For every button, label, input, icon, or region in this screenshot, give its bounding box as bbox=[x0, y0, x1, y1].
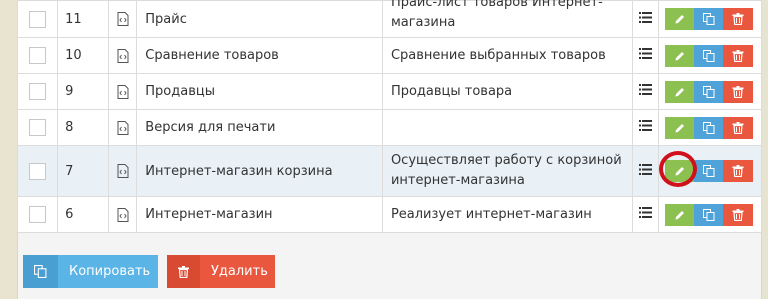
row-checkbox[interactable] bbox=[29, 10, 46, 28]
pencil-icon bbox=[675, 15, 684, 24]
document-code-icon bbox=[117, 120, 129, 135]
row-number: 6 bbox=[57, 196, 110, 233]
table-row: 9 Продавцы Продавцы товара bbox=[16, 73, 763, 110]
copy-button[interactable] bbox=[693, 116, 724, 139]
row-checkbox[interactable] bbox=[29, 83, 46, 100]
row-number: 9 bbox=[57, 73, 110, 110]
pencil-icon bbox=[675, 87, 684, 96]
copy-button[interactable] bbox=[693, 44, 724, 67]
pencil-icon bbox=[675, 51, 684, 60]
row-number: 8 bbox=[57, 109, 110, 146]
copy-button[interactable] bbox=[693, 203, 724, 226]
row-checkbox[interactable] bbox=[29, 119, 46, 136]
copy-icon bbox=[23, 255, 58, 288]
list-icon[interactable] bbox=[638, 11, 652, 27]
row-name: Прайс bbox=[136, 0, 383, 38]
row-checkbox[interactable] bbox=[29, 206, 46, 223]
edit-button[interactable] bbox=[664, 203, 695, 226]
list-icon[interactable] bbox=[638, 207, 652, 222]
pencil-icon bbox=[675, 210, 684, 219]
document-code-icon bbox=[117, 48, 129, 63]
copy-selected-button[interactable]: Копировать bbox=[23, 255, 158, 288]
row-name: Интернет-магазин bbox=[136, 196, 383, 233]
table-row: 11 Прайс Прайс-лист товаров Интернет-маг… bbox=[16, 0, 763, 38]
delete-button[interactable] bbox=[722, 160, 753, 182]
trash-icon bbox=[167, 255, 200, 288]
trash-icon bbox=[732, 85, 744, 98]
copy-icon bbox=[702, 208, 715, 221]
pencil-icon bbox=[675, 167, 684, 176]
trash-icon bbox=[732, 121, 744, 134]
delete-button[interactable] bbox=[722, 8, 753, 30]
widgets-table: 11 Прайс Прайс-лист товаров Интернет-маг… bbox=[16, 0, 763, 233]
document-code-icon bbox=[117, 164, 129, 178]
edit-button[interactable] bbox=[664, 8, 695, 30]
copy-icon bbox=[702, 121, 715, 134]
trash-icon bbox=[732, 165, 744, 177]
copy-icon bbox=[702, 85, 715, 98]
trash-icon bbox=[732, 49, 744, 62]
row-description bbox=[381, 109, 633, 146]
list-icon[interactable] bbox=[638, 120, 652, 135]
copy-icon bbox=[702, 49, 715, 62]
copy-icon bbox=[702, 13, 715, 25]
row-name: Интернет-магазин корзина bbox=[136, 145, 383, 197]
copy-icon bbox=[702, 165, 715, 177]
copy-button[interactable] bbox=[693, 8, 724, 30]
copy-selected-label: Копировать bbox=[69, 264, 151, 279]
delete-button[interactable] bbox=[722, 203, 753, 226]
delete-selected-button[interactable]: Удалить bbox=[167, 255, 275, 288]
edit-button[interactable] bbox=[664, 116, 695, 139]
table-row-highlighted: 7 Интернет-магазин корзина Осуществляет … bbox=[16, 145, 763, 197]
row-description: Реализует интернет-магазин bbox=[381, 196, 633, 233]
background-strip bbox=[762, 0, 768, 299]
list-icon[interactable] bbox=[638, 84, 652, 99]
row-description: Сравнение выбранных товаров bbox=[381, 37, 633, 74]
table-row: 10 Сравнение товаров Сравнение выбранных… bbox=[16, 37, 763, 74]
trash-icon bbox=[732, 208, 744, 221]
row-name: Сравнение товаров bbox=[136, 37, 383, 74]
copy-button[interactable] bbox=[693, 80, 724, 103]
document-code-icon bbox=[117, 207, 129, 222]
delete-selected-label: Удалить bbox=[211, 264, 268, 279]
row-checkbox[interactable] bbox=[29, 47, 46, 64]
row-number: 7 bbox=[57, 145, 110, 197]
row-checkbox[interactable] bbox=[29, 162, 46, 180]
table-row: 6 Интернет-магазин Реализует интернет-ма… bbox=[16, 196, 763, 233]
list-icon[interactable] bbox=[638, 163, 652, 179]
document-code-icon bbox=[117, 12, 129, 26]
edit-button[interactable] bbox=[664, 44, 695, 67]
row-description: Продавцы товара bbox=[381, 73, 633, 110]
edit-button[interactable] bbox=[664, 80, 695, 103]
delete-button[interactable] bbox=[722, 80, 753, 103]
edit-button[interactable] bbox=[664, 160, 695, 182]
list-icon[interactable] bbox=[638, 48, 652, 63]
row-number: 11 bbox=[57, 0, 110, 38]
table-row: 8 Версия для печати bbox=[16, 109, 763, 146]
row-name: Версия для печати bbox=[136, 109, 383, 146]
pencil-icon bbox=[675, 123, 684, 132]
trash-icon bbox=[732, 13, 744, 25]
row-number: 10 bbox=[57, 37, 110, 74]
row-description: Прайс-лист товаров Интернет-магазина bbox=[381, 0, 633, 38]
delete-button[interactable] bbox=[722, 44, 753, 67]
row-name: Продавцы bbox=[136, 73, 383, 110]
delete-button[interactable] bbox=[722, 116, 753, 139]
document-code-icon bbox=[117, 84, 129, 99]
copy-button[interactable] bbox=[693, 160, 724, 182]
row-description: Осуществляет работу с корзиной интернет-… bbox=[381, 145, 633, 197]
